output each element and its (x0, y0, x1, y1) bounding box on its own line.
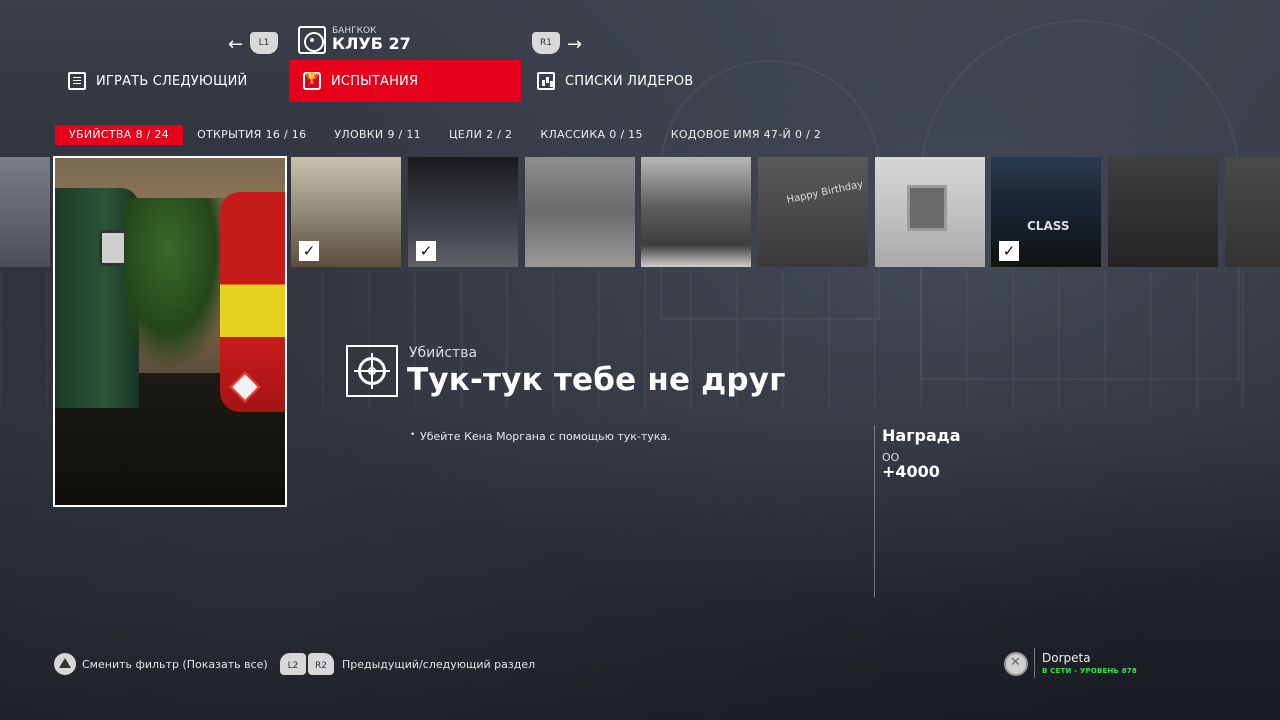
tab-label: ИГРАТЬ СЛЕДУЮЩИЙ (96, 73, 248, 89)
window-shape (907, 185, 947, 231)
challenge-thumbnail[interactable] (0, 157, 50, 267)
profile-divider (1034, 648, 1035, 678)
challenge-thumbnail[interactable] (1108, 157, 1218, 267)
filter-targets[interactable]: ЦЕЛИ 2 / 2 (435, 125, 526, 145)
reward-title: Награда (882, 426, 961, 445)
filter-kills[interactable]: УБИЙСТВА 8 / 24 (55, 125, 184, 145)
r1-button[interactable]: R1 (532, 32, 560, 54)
challenge-thumbnail[interactable] (641, 157, 751, 267)
profile-status: В СЕТИ - УРОВЕНЬ 878 (1042, 667, 1137, 675)
reward-value: +4000 (882, 462, 940, 481)
barrel-shape (220, 192, 285, 412)
tab-label: ИСПЫТАНИЯ (331, 73, 419, 89)
location-target-icon (298, 26, 326, 54)
profile-emblem-icon (1004, 652, 1028, 676)
tab-play-next[interactable]: ИГРАТЬ СЛЕДУЮЩИЙ (68, 60, 268, 102)
filter-codename-47[interactable]: КОДОВОЕ ИМЯ 47-Й 0 / 2 (657, 125, 835, 145)
l1-button[interactable]: L1 (250, 32, 278, 54)
list-icon (68, 72, 86, 90)
crosshair-icon (346, 345, 398, 397)
arrow-left-icon: ← (228, 34, 244, 55)
headlight-shape (99, 230, 127, 266)
checkmark-icon: ✓ (416, 241, 436, 261)
challenge-thumbnail[interactable]: ✓ (408, 157, 518, 267)
filter-classics[interactable]: КЛАССИКА 0 / 15 (526, 125, 656, 145)
hint-section[interactable]: L2 R2 Предыдущий/следующий раздел (280, 653, 535, 675)
challenge-title: Тук-тук тебе не друг (407, 362, 786, 398)
challenge-thumbnail[interactable] (875, 157, 985, 267)
hint-change-filter[interactable]: Сменить фильтр (Показать все) (54, 653, 268, 675)
checkmark-icon: ✓ (299, 241, 319, 261)
class-sign: CLASS (1027, 219, 1070, 233)
hint-label: Предыдущий/следующий раздел (342, 657, 536, 671)
challenge-thumbnail[interactable] (1225, 157, 1280, 267)
arrow-right-icon: → (567, 34, 583, 55)
plant-shape (125, 198, 235, 368)
challenge-thumbnail[interactable]: Happy Birthday (758, 157, 868, 267)
l2-button-icon: L2 (280, 653, 306, 675)
leaderboard-icon (537, 72, 555, 90)
profile-name: Dorpeta (1042, 651, 1091, 665)
tab-label: СПИСКИ ЛИДЕРОВ (565, 73, 694, 89)
hint-label: Сменить фильтр (Показать все) (82, 657, 268, 671)
tab-leaderboards[interactable]: СПИСКИ ЛИДЕРОВ (537, 60, 737, 102)
selected-challenge-image[interactable] (53, 156, 287, 507)
r2-button-icon: R2 (308, 653, 334, 675)
checkmark-icon: ✓ (999, 241, 1019, 261)
trophy-icon (303, 72, 321, 90)
triangle-button-icon (54, 653, 76, 675)
filter-discoveries[interactable]: ОТКРЫТИЯ 16 / 16 (183, 125, 320, 145)
challenge-thumbnail[interactable]: CLASS ✓ (991, 157, 1101, 267)
challenge-thumbnail[interactable]: ✓ (291, 157, 401, 267)
filter-feats[interactable]: УЛОВКИ 9 / 11 (320, 125, 435, 145)
challenge-description: Убейте Кена Моргана с помощью тук-тука. (410, 430, 671, 443)
reward-divider (874, 425, 875, 597)
challenge-category: Убийства (409, 345, 478, 361)
tab-challenges[interactable]: ИСПЫТАНИЯ (289, 60, 521, 102)
challenge-thumbnail[interactable] (525, 157, 635, 267)
location-name: КЛУБ 27 (332, 34, 411, 53)
filter-bar: УБИЙСТВА 8 / 24 ОТКРЫТИЯ 16 / 16 УЛОВКИ 9 /… (55, 125, 835, 145)
